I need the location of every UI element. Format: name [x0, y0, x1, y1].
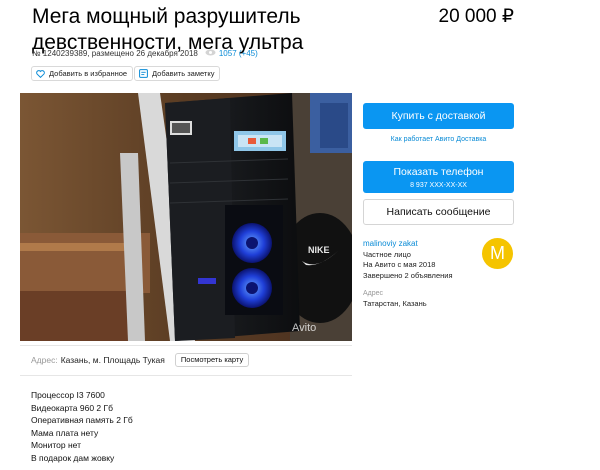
show-phone-label: Показать телефон	[393, 166, 484, 178]
seller-name-link[interactable]: malinoviy zakat	[363, 239, 473, 250]
seller-since: На Авито с мая 2018	[363, 260, 436, 269]
listing-photo[interactable]: NIKE Avito	[20, 93, 352, 341]
svg-text:NIKE: NIKE	[308, 245, 330, 255]
write-message-button[interactable]: Написать сообщение	[363, 199, 514, 225]
pc-case-photo: NIKE Avito	[20, 93, 352, 341]
listing-number-date: № 1240239389, размещено 26 декабря 2018	[32, 49, 198, 58]
masked-phone-number: 8 937 XXX-XX-XX	[410, 182, 467, 189]
description-line: Мама плата нету	[31, 427, 99, 438]
listing-price: 20 000 ₽	[438, 6, 514, 27]
seller-info: malinoviy zakat Частное лицо На Авито с …	[363, 239, 473, 281]
favorite-label: Добавить в избранное	[49, 69, 128, 78]
add-to-favorites-button[interactable]: Добавить в избранное	[31, 66, 134, 81]
description-line: В подарок дам жовку	[31, 452, 115, 463]
view-map-button[interactable]: Посмотреть карту	[174, 353, 250, 367]
note-label: Добавить заметку	[152, 69, 215, 78]
seller-address-label: Адрес	[363, 290, 384, 297]
seller-completed-count: Завершено 2 объявления	[363, 270, 453, 280]
delivery-info-link[interactable]: Как работает Авито Доставка	[363, 135, 514, 144]
description-line: Оперативная память 2 Гб	[31, 415, 133, 425]
description-line: Монитор нет	[31, 440, 81, 450]
listing-description: Процессор I3 7600 Видеокарта 960 2 Гб Оп…	[31, 389, 133, 464]
eye-icon	[205, 49, 216, 59]
seller-address-value: Татарстан, Казань	[363, 299, 427, 308]
listing-address-row: Адрес: Казань, м. Площадь Тукая Посмотре…	[31, 353, 250, 367]
listing-meta: № 1240239389, размещено 26 декабря 2018 …	[32, 49, 258, 59]
show-phone-button[interactable]: Показать телефон 8 937 XXX-XX-XX	[363, 161, 514, 193]
photo-watermark: Avito	[292, 322, 316, 334]
heart-icon	[36, 69, 45, 78]
description-line: Видеокарта 960 2 Гб	[31, 402, 113, 413]
address-value: Казань, м. Площадь Тукая	[60, 355, 165, 365]
seller-avatar[interactable]: M	[482, 238, 513, 269]
add-note-button[interactable]: Добавить заметку	[134, 66, 221, 81]
address-label: Адрес:	[31, 355, 58, 365]
divider	[20, 375, 352, 376]
seller-type: Частное лицо	[363, 249, 411, 259]
divider	[20, 345, 352, 346]
description-line: Процессор I3 7600	[31, 390, 105, 400]
note-icon	[139, 69, 148, 78]
buy-with-delivery-button[interactable]: Купить с доставкой	[363, 103, 514, 129]
views-count[interactable]: 1057 (+45)	[219, 49, 258, 59]
